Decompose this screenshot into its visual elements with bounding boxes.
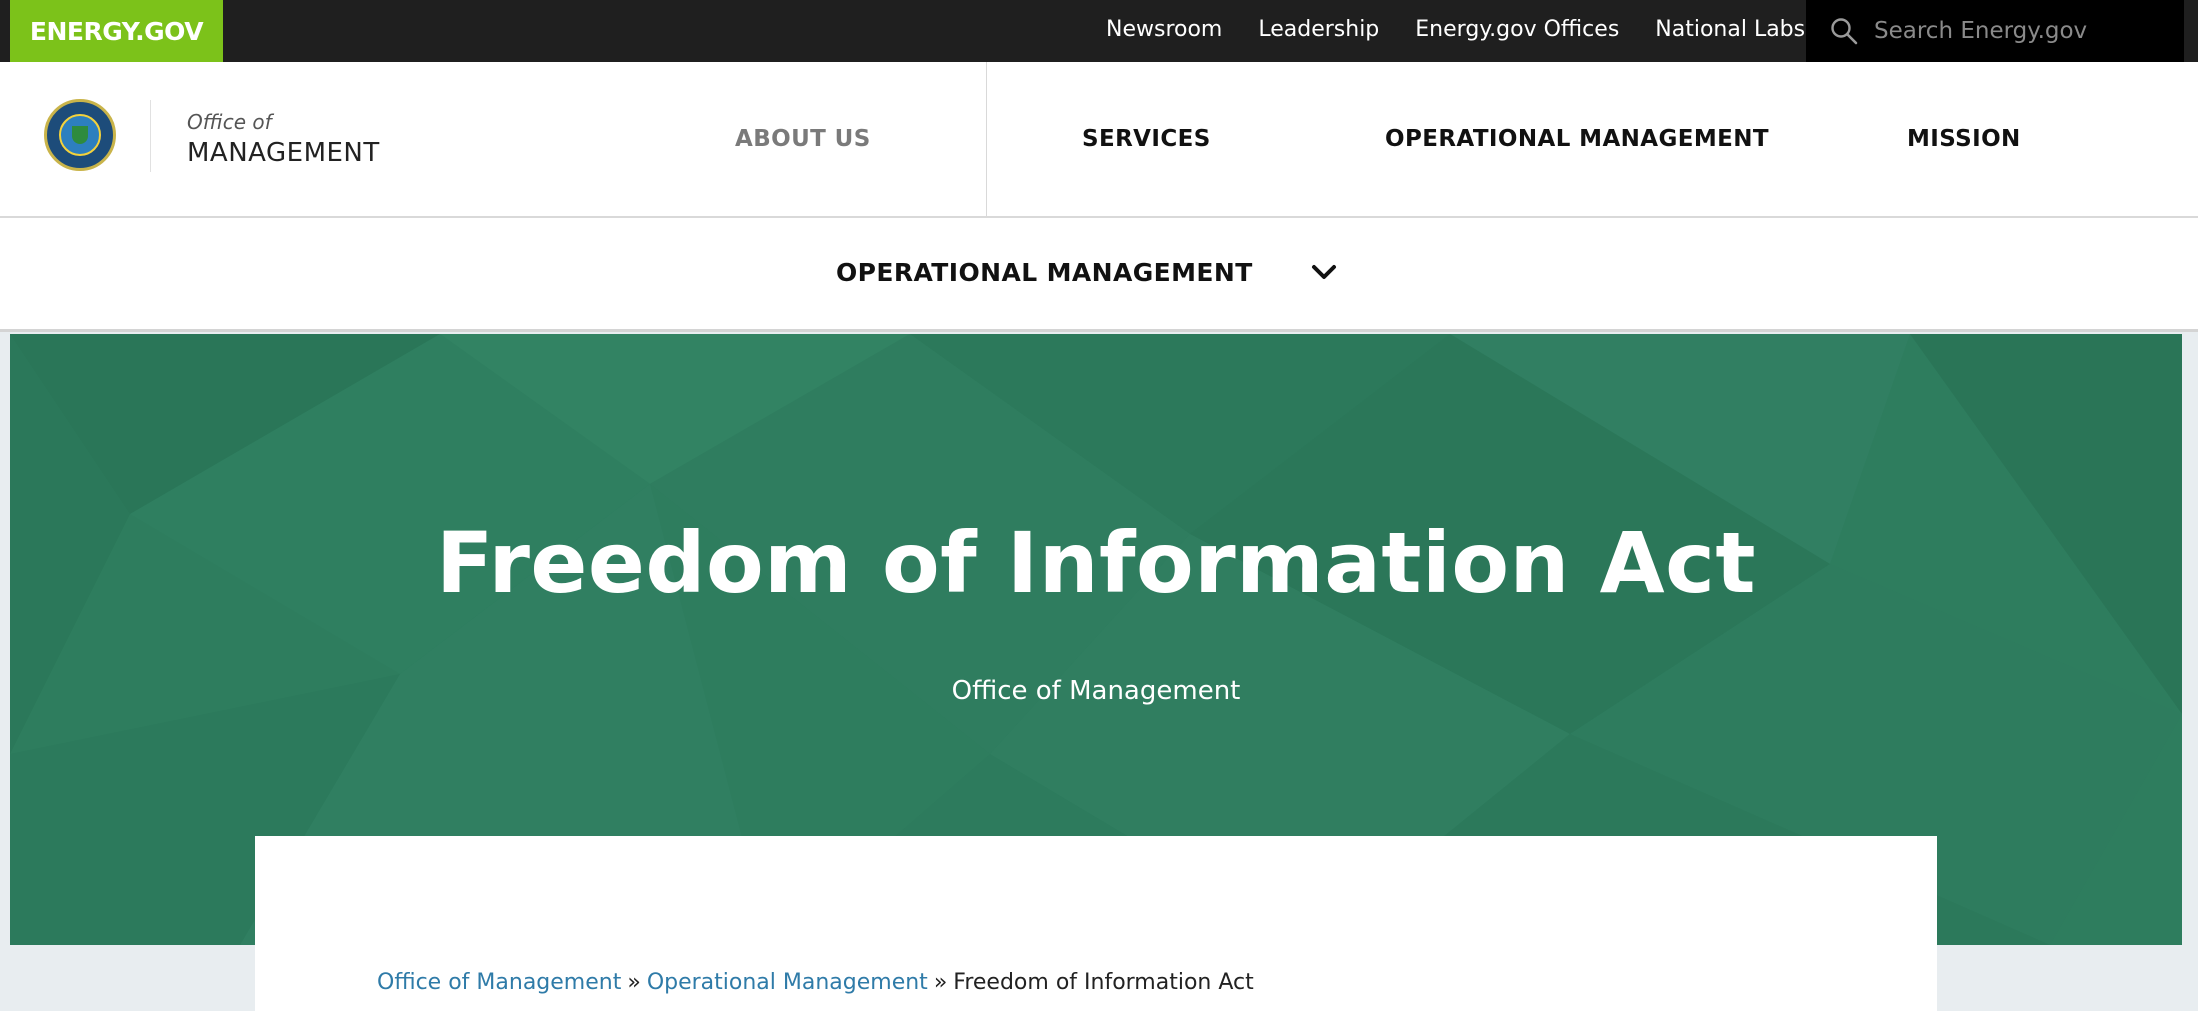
energy-gov-logo-link[interactable]: ENERGY.GOV: [10, 0, 223, 62]
national-labs-link[interactable]: National Labs: [1655, 17, 1805, 42]
office-name-link[interactable]: MANAGEMENT: [187, 138, 380, 168]
chevron-down-icon[interactable]: [1310, 262, 1338, 282]
nav-divider: [986, 62, 987, 216]
brand-text: ENERGY.GOV: [29, 16, 204, 46]
utility-bar: ENERGY.GOV Newsroom Leadership Energy.go…: [0, 0, 2198, 62]
breadcrumb-office-of-management[interactable]: Office of Management: [377, 970, 621, 995]
nav-mission[interactable]: MISSION: [1907, 126, 2021, 152]
doe-seal-logo[interactable]: [44, 99, 116, 171]
site-header: Office of MANAGEMENT ABOUT US SERVICES O…: [0, 62, 2198, 218]
breadcrumb-separator: »: [627, 970, 641, 995]
page-title: Freedom of Information Act: [435, 514, 1757, 612]
search-icon[interactable]: [1830, 17, 1858, 45]
energy-gov-offices-link[interactable]: Energy.gov Offices: [1415, 17, 1619, 42]
office-of-label: Office of: [187, 110, 272, 134]
newsroom-link[interactable]: Newsroom: [1106, 17, 1222, 42]
nav-services[interactable]: SERVICES: [1082, 126, 1211, 152]
section-dropdown[interactable]: OPERATIONAL MANAGEMENT: [0, 218, 2198, 332]
search-box: [1806, 0, 2184, 62]
breadcrumb-current: Freedom of Information Act: [953, 970, 1254, 995]
search-input[interactable]: [1874, 18, 2174, 44]
breadcrumb: Office of Management» Operational Managem…: [377, 970, 1254, 995]
section-dropdown-label: OPERATIONAL MANAGEMENT: [836, 258, 1253, 287]
page-subtitle: Office of Management: [951, 676, 1241, 706]
leadership-link[interactable]: Leadership: [1258, 17, 1379, 42]
header-divider: [150, 100, 151, 172]
breadcrumb-operational-management[interactable]: Operational Management: [647, 970, 928, 995]
breadcrumb-separator: »: [933, 970, 948, 995]
nav-about-us[interactable]: ABOUT US: [735, 126, 871, 152]
seal-emblem: [59, 114, 101, 156]
utility-links: Newsroom Leadership Energy.gov Offices N…: [1106, 0, 1841, 58]
nav-operational-management[interactable]: OPERATIONAL MANAGEMENT: [1385, 126, 1769, 152]
content-card: Office of Management» Operational Managem…: [255, 836, 1937, 1011]
